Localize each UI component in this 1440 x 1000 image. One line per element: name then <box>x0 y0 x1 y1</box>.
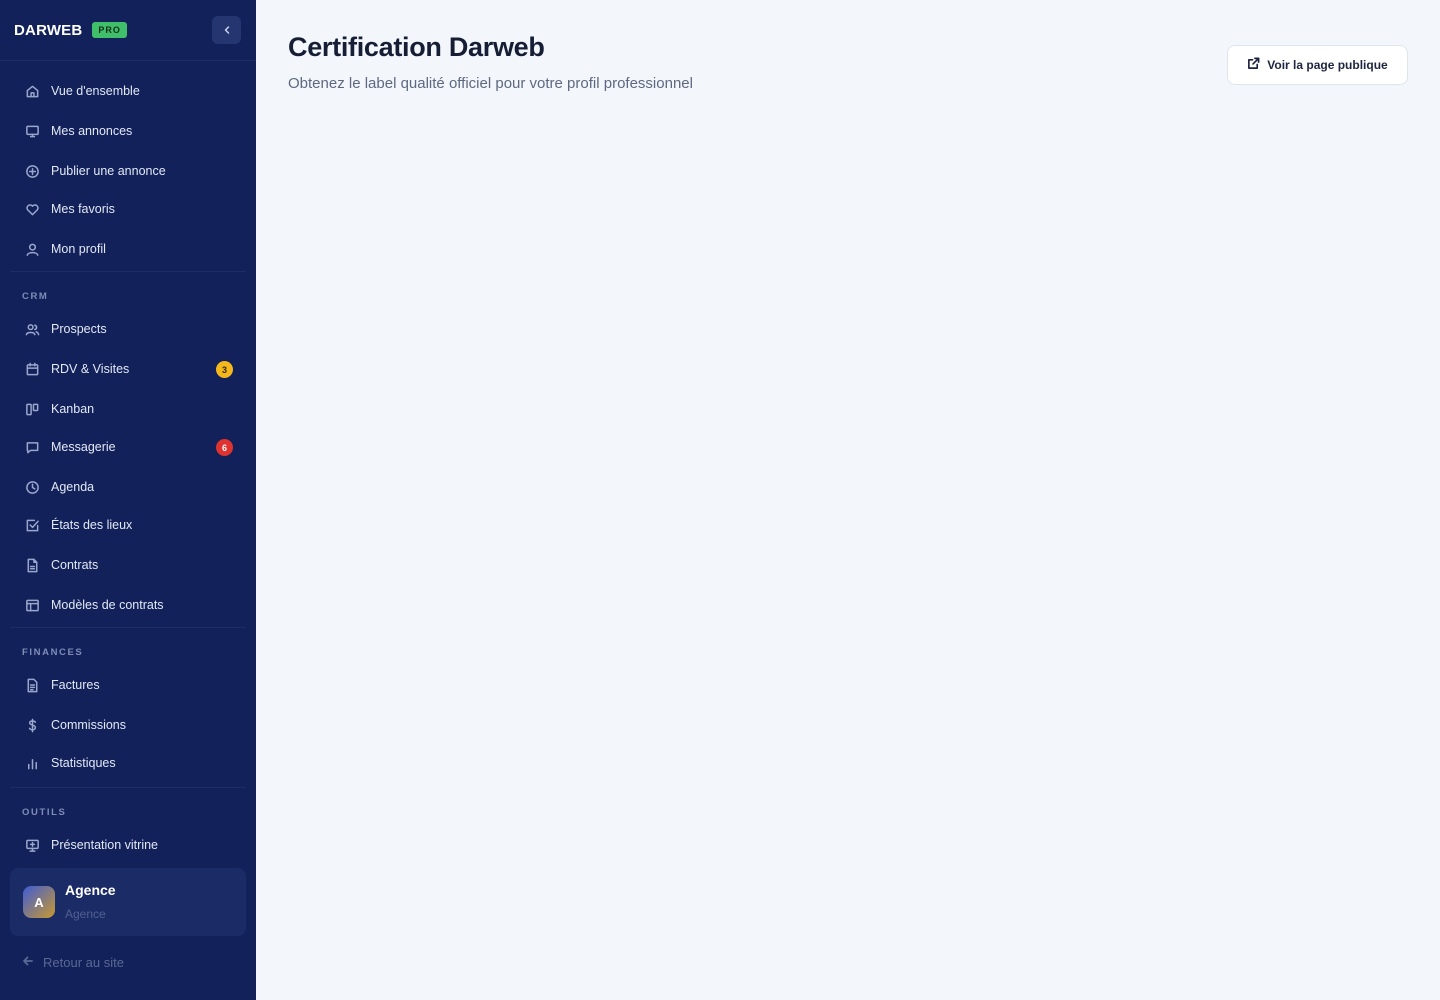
calendar-icon <box>24 361 40 377</box>
clock-icon <box>24 479 40 495</box>
sidebar-item-my-listings[interactable]: Mes annonces <box>10 115 246 147</box>
section-divider <box>10 787 246 788</box>
message-icon <box>24 439 40 455</box>
sidebar-item-label: RDV & Visites <box>51 362 130 376</box>
view-public-page-button[interactable]: Voir la page publique <box>1227 45 1408 85</box>
chevron-left-icon <box>224 26 229 34</box>
sidebar-item-publish[interactable]: Publier une annonce <box>10 155 246 187</box>
sidebar-item-statistics[interactable]: Statistiques <box>10 747 246 779</box>
sidebar: DARWEB PRO Vue d'ensemble Mes annonces P… <box>0 0 256 1000</box>
sidebar-item-contracts[interactable]: Contrats <box>10 549 246 581</box>
check-square-icon <box>24 517 40 533</box>
back-to-site-link[interactable]: Retour au site <box>22 955 124 970</box>
brand-divider <box>0 60 256 61</box>
messages-count-badge: 6 <box>216 439 233 456</box>
sidebar-item-commissions[interactable]: Commissions <box>10 709 246 741</box>
sidebar-item-profile[interactable]: Mon profil <box>10 233 246 265</box>
brand-name: DARWEB <box>14 21 83 39</box>
sidebar-item-label: Contrats <box>51 558 99 572</box>
bar-chart-icon <box>24 755 40 771</box>
sidebar-item-label: Statistiques <box>51 756 116 770</box>
heart-icon <box>24 201 40 217</box>
sidebar-item-label: Messagerie <box>51 440 116 454</box>
sidebar-item-contract-templates[interactable]: Modèles de contrats <box>10 589 246 621</box>
external-link-icon <box>1247 57 1260 73</box>
dollar-icon <box>24 717 40 733</box>
sidebar-item-label: Publier une annonce <box>51 164 166 178</box>
brand[interactable]: DARWEB PRO <box>14 19 127 41</box>
section-label-finances: FINANCES <box>22 647 84 658</box>
page-title: Certification Darweb <box>288 32 545 62</box>
sidebar-item-label: Modèles de contrats <box>51 598 164 612</box>
presentation-icon <box>24 837 40 853</box>
sidebar-item-appointments[interactable]: RDV & Visites 3 <box>10 353 246 385</box>
sidebar-item-kanban[interactable]: Kanban <box>10 393 246 425</box>
sidebar-item-label: Mon profil <box>51 242 106 256</box>
sidebar-item-agenda[interactable]: Agenda <box>10 471 246 503</box>
section-divider <box>10 271 246 272</box>
file-icon <box>24 557 40 573</box>
appointments-count-badge: 3 <box>216 361 233 378</box>
sidebar-item-prospects[interactable]: Prospects <box>10 313 246 345</box>
section-label-tools: OUTILS <box>22 807 67 818</box>
user-card[interactable]: A Agence Agence <box>10 868 246 936</box>
sidebar-item-label: Kanban <box>51 402 95 416</box>
home-icon <box>24 83 40 99</box>
view-public-page-label: Voir la page publique <box>1267 58 1388 72</box>
user-icon <box>24 241 40 257</box>
plus-circle-icon <box>24 163 40 179</box>
user-role: Agence <box>65 907 106 921</box>
sidebar-item-invoices[interactable]: Factures <box>10 669 246 701</box>
sidebar-item-label: Mes annonces <box>51 124 133 138</box>
users-icon <box>24 321 40 337</box>
sidebar-item-favorites[interactable]: Mes favoris <box>10 193 246 225</box>
sidebar-item-inspections[interactable]: États des lieux <box>10 509 246 541</box>
sidebar-item-label: Présentation vitrine <box>51 838 159 852</box>
pro-badge: PRO <box>92 22 127 38</box>
sidebar-item-label: Prospects <box>51 322 107 336</box>
sidebar-item-messaging[interactable]: Messagerie 6 <box>10 431 246 463</box>
back-to-site-label: Retour au site <box>43 955 124 970</box>
layout-icon <box>24 597 40 613</box>
sidebar-item-overview[interactable]: Vue d'ensemble <box>10 75 246 107</box>
sidebar-item-label: Factures <box>51 678 100 692</box>
collapse-sidebar-button[interactable] <box>212 16 241 44</box>
sidebar-item-label: Agenda <box>51 480 95 494</box>
user-name: Agence <box>65 882 116 898</box>
sidebar-item-label: Commissions <box>51 718 127 732</box>
sidebar-item-label: Mes favoris <box>51 202 115 216</box>
file-text-icon <box>24 677 40 693</box>
kanban-icon <box>24 401 40 417</box>
sidebar-item-label: États des lieux <box>51 518 133 532</box>
section-divider <box>10 627 246 628</box>
sidebar-item-label: Vue d'ensemble <box>51 84 140 98</box>
arrow-left-icon <box>22 955 34 970</box>
monitor-icon <box>24 123 40 139</box>
section-label-crm: CRM <box>22 291 49 302</box>
sidebar-item-showcase[interactable]: Présentation vitrine <box>10 829 246 861</box>
page-subtitle: Obtenez le label qualité officiel pour v… <box>288 75 693 92</box>
avatar: A <box>23 886 55 918</box>
